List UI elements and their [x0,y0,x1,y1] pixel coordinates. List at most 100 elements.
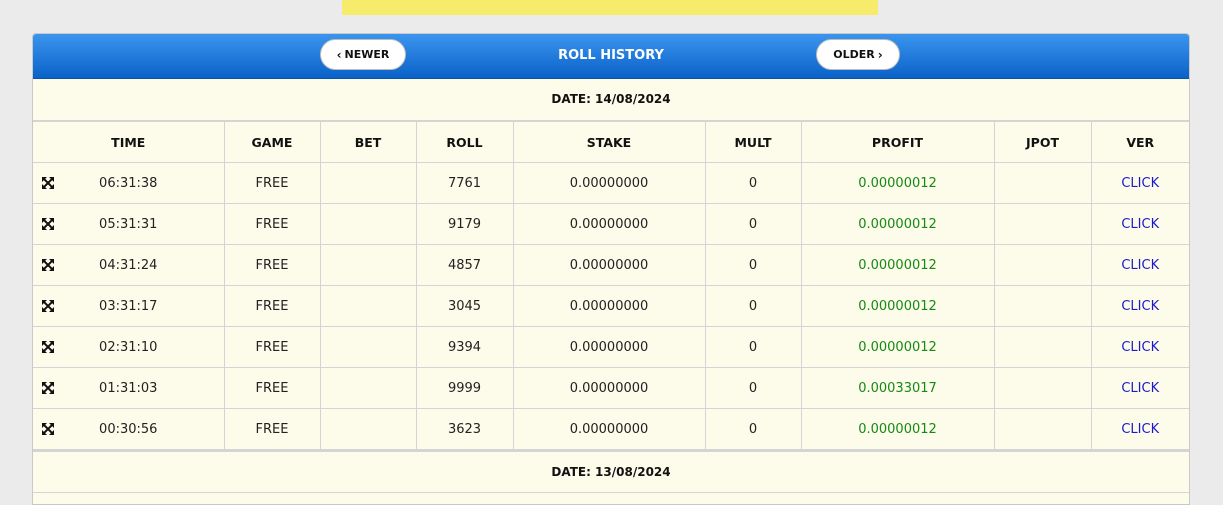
row-bet [319,285,417,327]
verify-link[interactable]: CLICK [1121,381,1159,396]
row-bet [319,367,417,409]
row-time: 02:31:10 [99,339,158,355]
row-stake: 0.00000000 [512,285,706,327]
verify-link[interactable]: CLICK [1121,258,1159,273]
row-time: 04:31:24 [99,257,158,273]
row-jpot [993,326,1092,368]
verify-link[interactable]: CLICK [1121,422,1159,437]
row-game: FREE [223,244,321,286]
row-stake: 0.00000000 [512,203,706,245]
expand-arrows-icon[interactable] [42,218,54,230]
panel-header: ROLL HISTORY ‹ NEWER OLDER › [33,34,1189,79]
table-row: 04:31:24 FREE 4857 0.00000000 0 0.000000… [33,244,1189,286]
row-bet [319,162,417,204]
top-banner [342,0,878,15]
row-mult: 0 [704,244,802,286]
expand-arrows-icon[interactable] [42,259,54,271]
table-row: 05:31:31 FREE 9179 0.00000000 0 0.000000… [33,203,1189,245]
row-roll: 4857 [415,244,514,286]
table-header-row: TIME GAME BET ROLL STAKE MULT PROFIT JPO… [33,121,1189,163]
column-header-jpot: JPOT [993,121,1092,163]
row-stake: 0.00000000 [512,408,706,450]
table-row: 01:31:03 FREE 9999 0.00000000 0 0.000330… [33,367,1189,409]
verify-link[interactable]: CLICK [1121,176,1159,191]
column-header-mult: MULT [704,121,802,163]
row-profit: 0.00033017 [800,367,995,409]
row-roll: 9394 [415,326,514,368]
row-game: FREE [223,162,321,204]
column-header-ver: VER [1090,121,1189,163]
row-jpot [993,244,1092,286]
table-row: 03:31:17 FREE 3045 0.00000000 0 0.000000… [33,285,1189,327]
column-header-roll: ROLL [415,121,514,163]
row-time: 01:31:03 [99,380,158,396]
row-mult: 0 [704,326,802,368]
row-mult: 0 [704,162,802,204]
row-roll: 3045 [415,285,514,327]
row-bet [319,408,417,450]
row-profit: 0.00000012 [800,326,995,368]
row-game: FREE [223,326,321,368]
column-header-profit: PROFIT [800,121,995,163]
row-mult: 0 [704,203,802,245]
table-row: 06:31:38 FREE 7761 0.00000000 0 0.000000… [33,162,1189,204]
column-header-stake: STAKE [512,121,706,163]
newer-button-label: NEWER [344,48,390,61]
older-button[interactable]: OLDER › [816,39,900,70]
row-roll: 9999 [415,367,514,409]
row-time: 00:30:56 [99,421,158,437]
row-bet [319,326,417,368]
chevron-left-icon: ‹ [336,47,342,62]
row-time: 05:31:31 [99,216,158,232]
row-mult: 0 [704,285,802,327]
row-roll: 7761 [415,162,514,204]
row-game: FREE [223,367,321,409]
expand-arrows-icon[interactable] [42,423,54,435]
row-stake: 0.00000000 [512,162,706,204]
chevron-right-icon: › [877,47,883,62]
row-mult: 0 [704,367,802,409]
roll-history-table: TIME GAME BET ROLL STAKE MULT PROFIT JPO… [33,121,1189,450]
row-game: FREE [223,408,321,450]
older-button-label: OLDER [833,48,875,61]
column-header-time: TIME [33,121,225,163]
expand-arrows-icon[interactable] [42,300,54,312]
expand-arrows-icon[interactable] [42,382,54,394]
row-jpot [993,162,1092,204]
row-profit: 0.00000012 [800,244,995,286]
row-profit: 0.00000012 [800,408,995,450]
row-stake: 0.00000000 [512,367,706,409]
row-profit: 0.00000012 [800,285,995,327]
table-row: 00:30:56 FREE 3623 0.00000000 0 0.000000… [33,408,1189,450]
newer-button[interactable]: ‹ NEWER [320,39,406,70]
row-time: 06:31:38 [99,175,158,191]
row-stake: 0.00000000 [512,326,706,368]
verify-link[interactable]: CLICK [1121,299,1159,314]
row-roll: 3623 [415,408,514,450]
expand-arrows-icon[interactable] [42,341,54,353]
date-header: DATE: 13/08/2024 [33,450,1189,493]
roll-history-panel: ROLL HISTORY ‹ NEWER OLDER › DATE: 14/08… [32,33,1190,505]
panel-title: ROLL HISTORY [558,48,664,63]
verify-link[interactable]: CLICK [1121,217,1159,232]
row-roll: 9179 [415,203,514,245]
row-jpot [993,203,1092,245]
date-header: DATE: 14/08/2024 [33,79,1189,121]
row-stake: 0.00000000 [512,244,706,286]
verify-link[interactable]: CLICK [1121,340,1159,355]
row-jpot [993,285,1092,327]
column-header-bet: BET [319,121,417,163]
row-bet [319,244,417,286]
row-game: FREE [223,203,321,245]
row-jpot [993,367,1092,409]
row-game: FREE [223,285,321,327]
row-bet [319,203,417,245]
row-mult: 0 [704,408,802,450]
expand-arrows-icon[interactable] [42,177,54,189]
table-body: 06:31:38 FREE 7761 0.00000000 0 0.000000… [33,162,1189,450]
column-header-game: GAME [223,121,321,163]
row-time: 03:31:17 [99,298,158,314]
row-profit: 0.00000012 [800,162,995,204]
table-row: 02:31:10 FREE 9394 0.00000000 0 0.000000… [33,326,1189,368]
row-jpot [993,408,1092,450]
